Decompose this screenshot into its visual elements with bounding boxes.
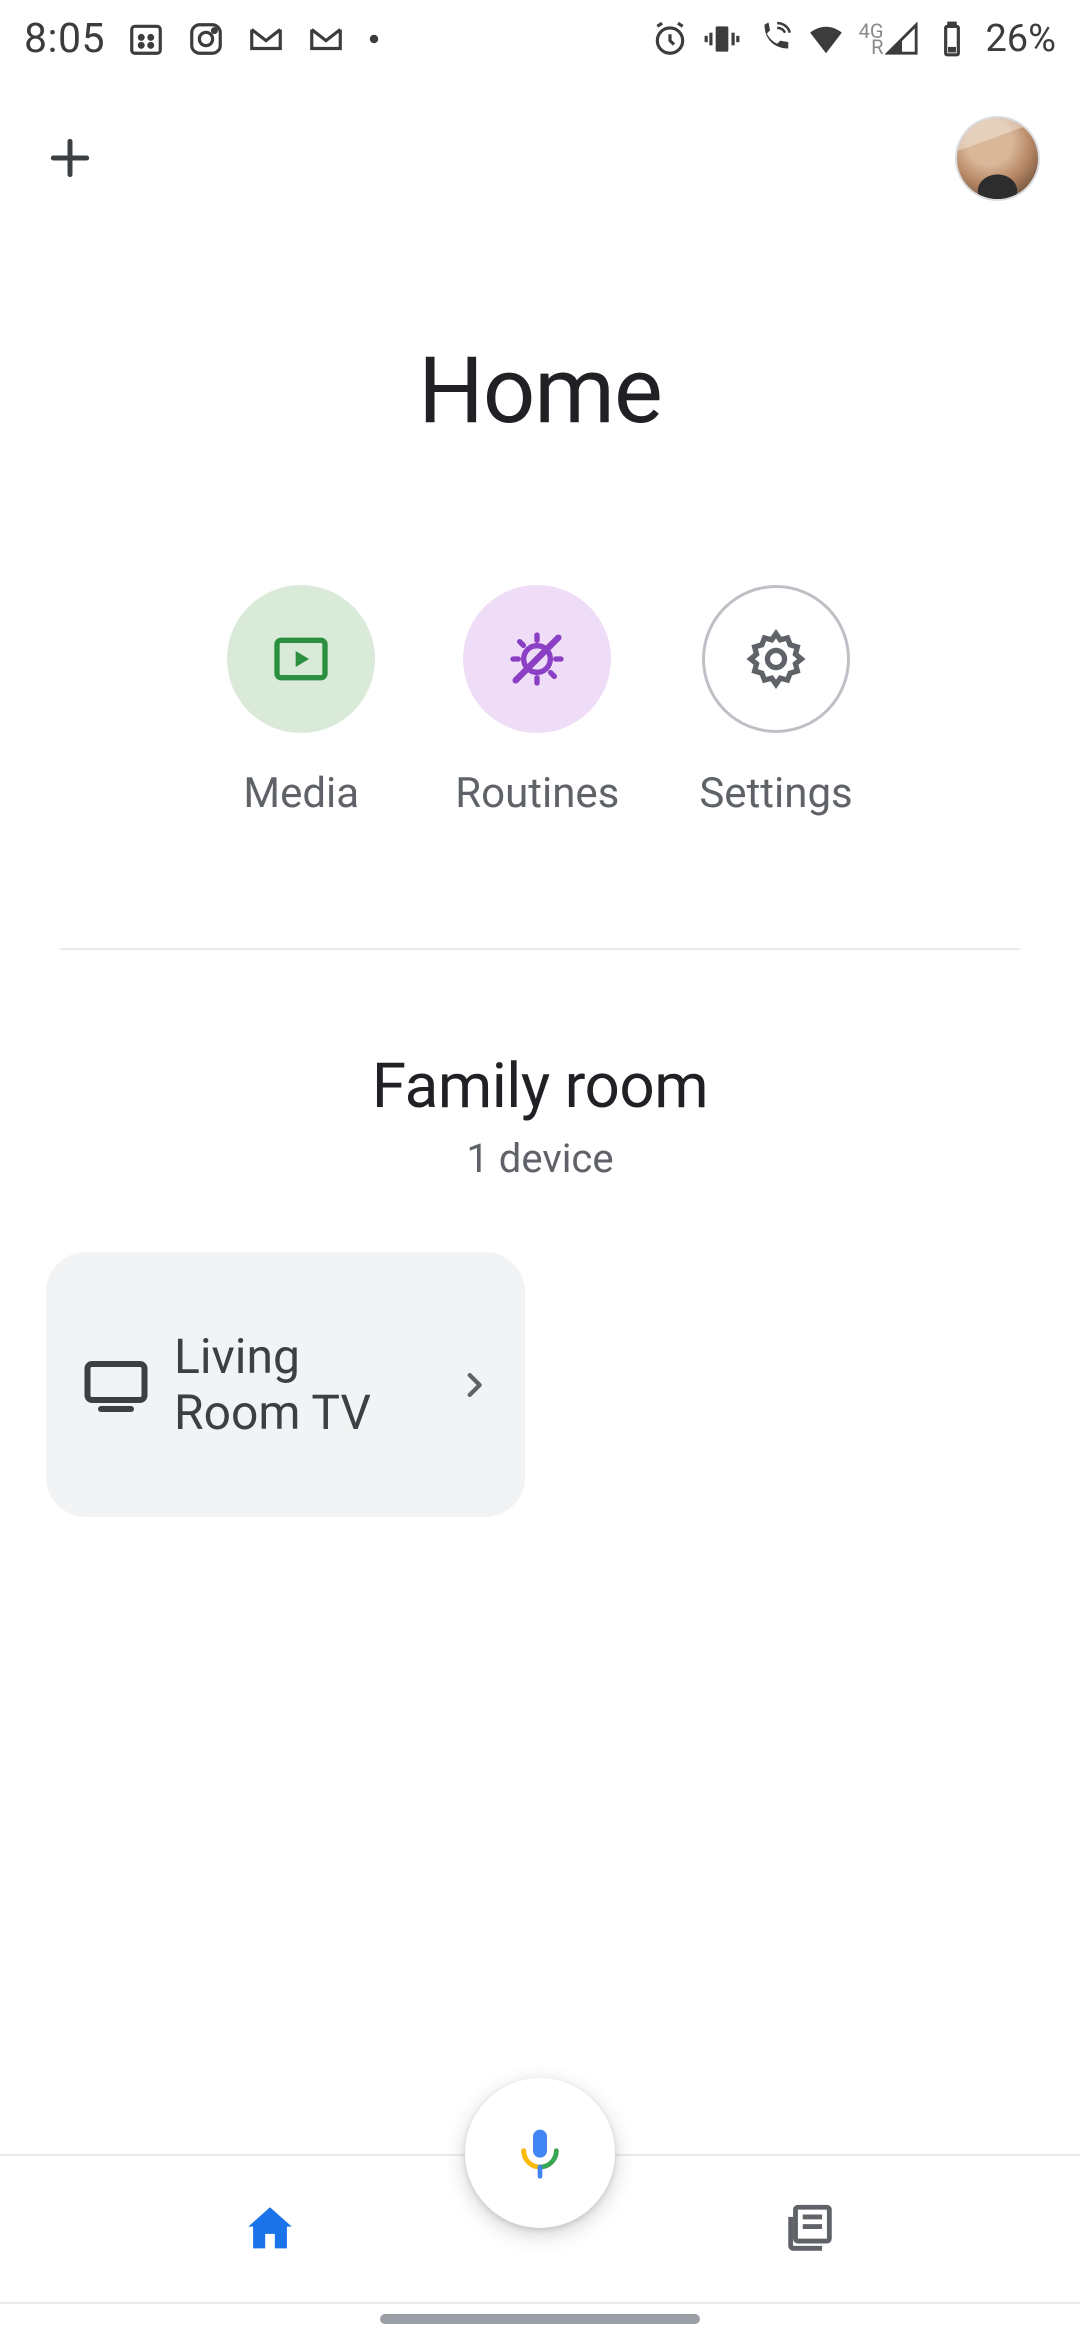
cell-network-icon: 4G R <box>859 22 920 56</box>
quick-action-label: Media <box>243 769 359 818</box>
wifi-calling-icon <box>755 20 793 58</box>
tv-icon <box>80 1349 152 1421</box>
battery-icon <box>933 20 971 58</box>
quick-actions-row: Media Routines Settings <box>0 585 1080 818</box>
device-grid: Living Room TV <box>0 1182 1080 1517</box>
more-notifications-icon <box>367 20 381 58</box>
voice-assistant-button[interactable] <box>465 2078 615 2228</box>
instagram-notification-icon <box>187 20 225 58</box>
roaming-indicator: R <box>871 35 883 59</box>
vibrate-icon <box>703 20 741 58</box>
quick-action-label: Settings <box>699 769 852 818</box>
add-button[interactable] <box>40 128 100 188</box>
chevron-right-icon <box>457 1368 491 1402</box>
nav-home-tab[interactable] <box>0 2156 540 2302</box>
wifi-icon <box>807 20 845 58</box>
alarm-icon <box>651 20 689 58</box>
room-subtitle: 1 device <box>0 1135 1080 1182</box>
routines-icon <box>463 585 611 733</box>
gmail-notification-icon <box>247 20 285 58</box>
device-card-living-room-tv[interactable]: Living Room TV <box>46 1252 525 1517</box>
battery-percentage: 26% <box>985 17 1056 61</box>
gmail-notification-icon-2 <box>307 20 345 58</box>
page-title: Home <box>0 338 1080 445</box>
section-divider <box>60 948 1020 950</box>
calendar-indicator-icon <box>127 20 165 58</box>
android-status-bar: 8:05 <box>0 0 1080 78</box>
settings-icon <box>702 585 850 733</box>
quick-action-media[interactable]: Media <box>227 585 375 818</box>
room-title[interactable]: Family room <box>0 1050 1080 1123</box>
account-avatar[interactable] <box>955 116 1040 201</box>
quick-action-routines[interactable]: Routines <box>455 585 619 818</box>
android-gesture-bar[interactable] <box>380 2314 700 2324</box>
media-icon <box>227 585 375 733</box>
quick-action-settings[interactable]: Settings <box>699 585 852 818</box>
nav-feed-tab[interactable] <box>540 2156 1080 2302</box>
device-name: Living Room TV <box>174 1329 435 1439</box>
status-time: 8:05 <box>24 15 105 63</box>
app-bar <box>0 78 1080 238</box>
quick-action-label: Routines <box>455 769 619 818</box>
